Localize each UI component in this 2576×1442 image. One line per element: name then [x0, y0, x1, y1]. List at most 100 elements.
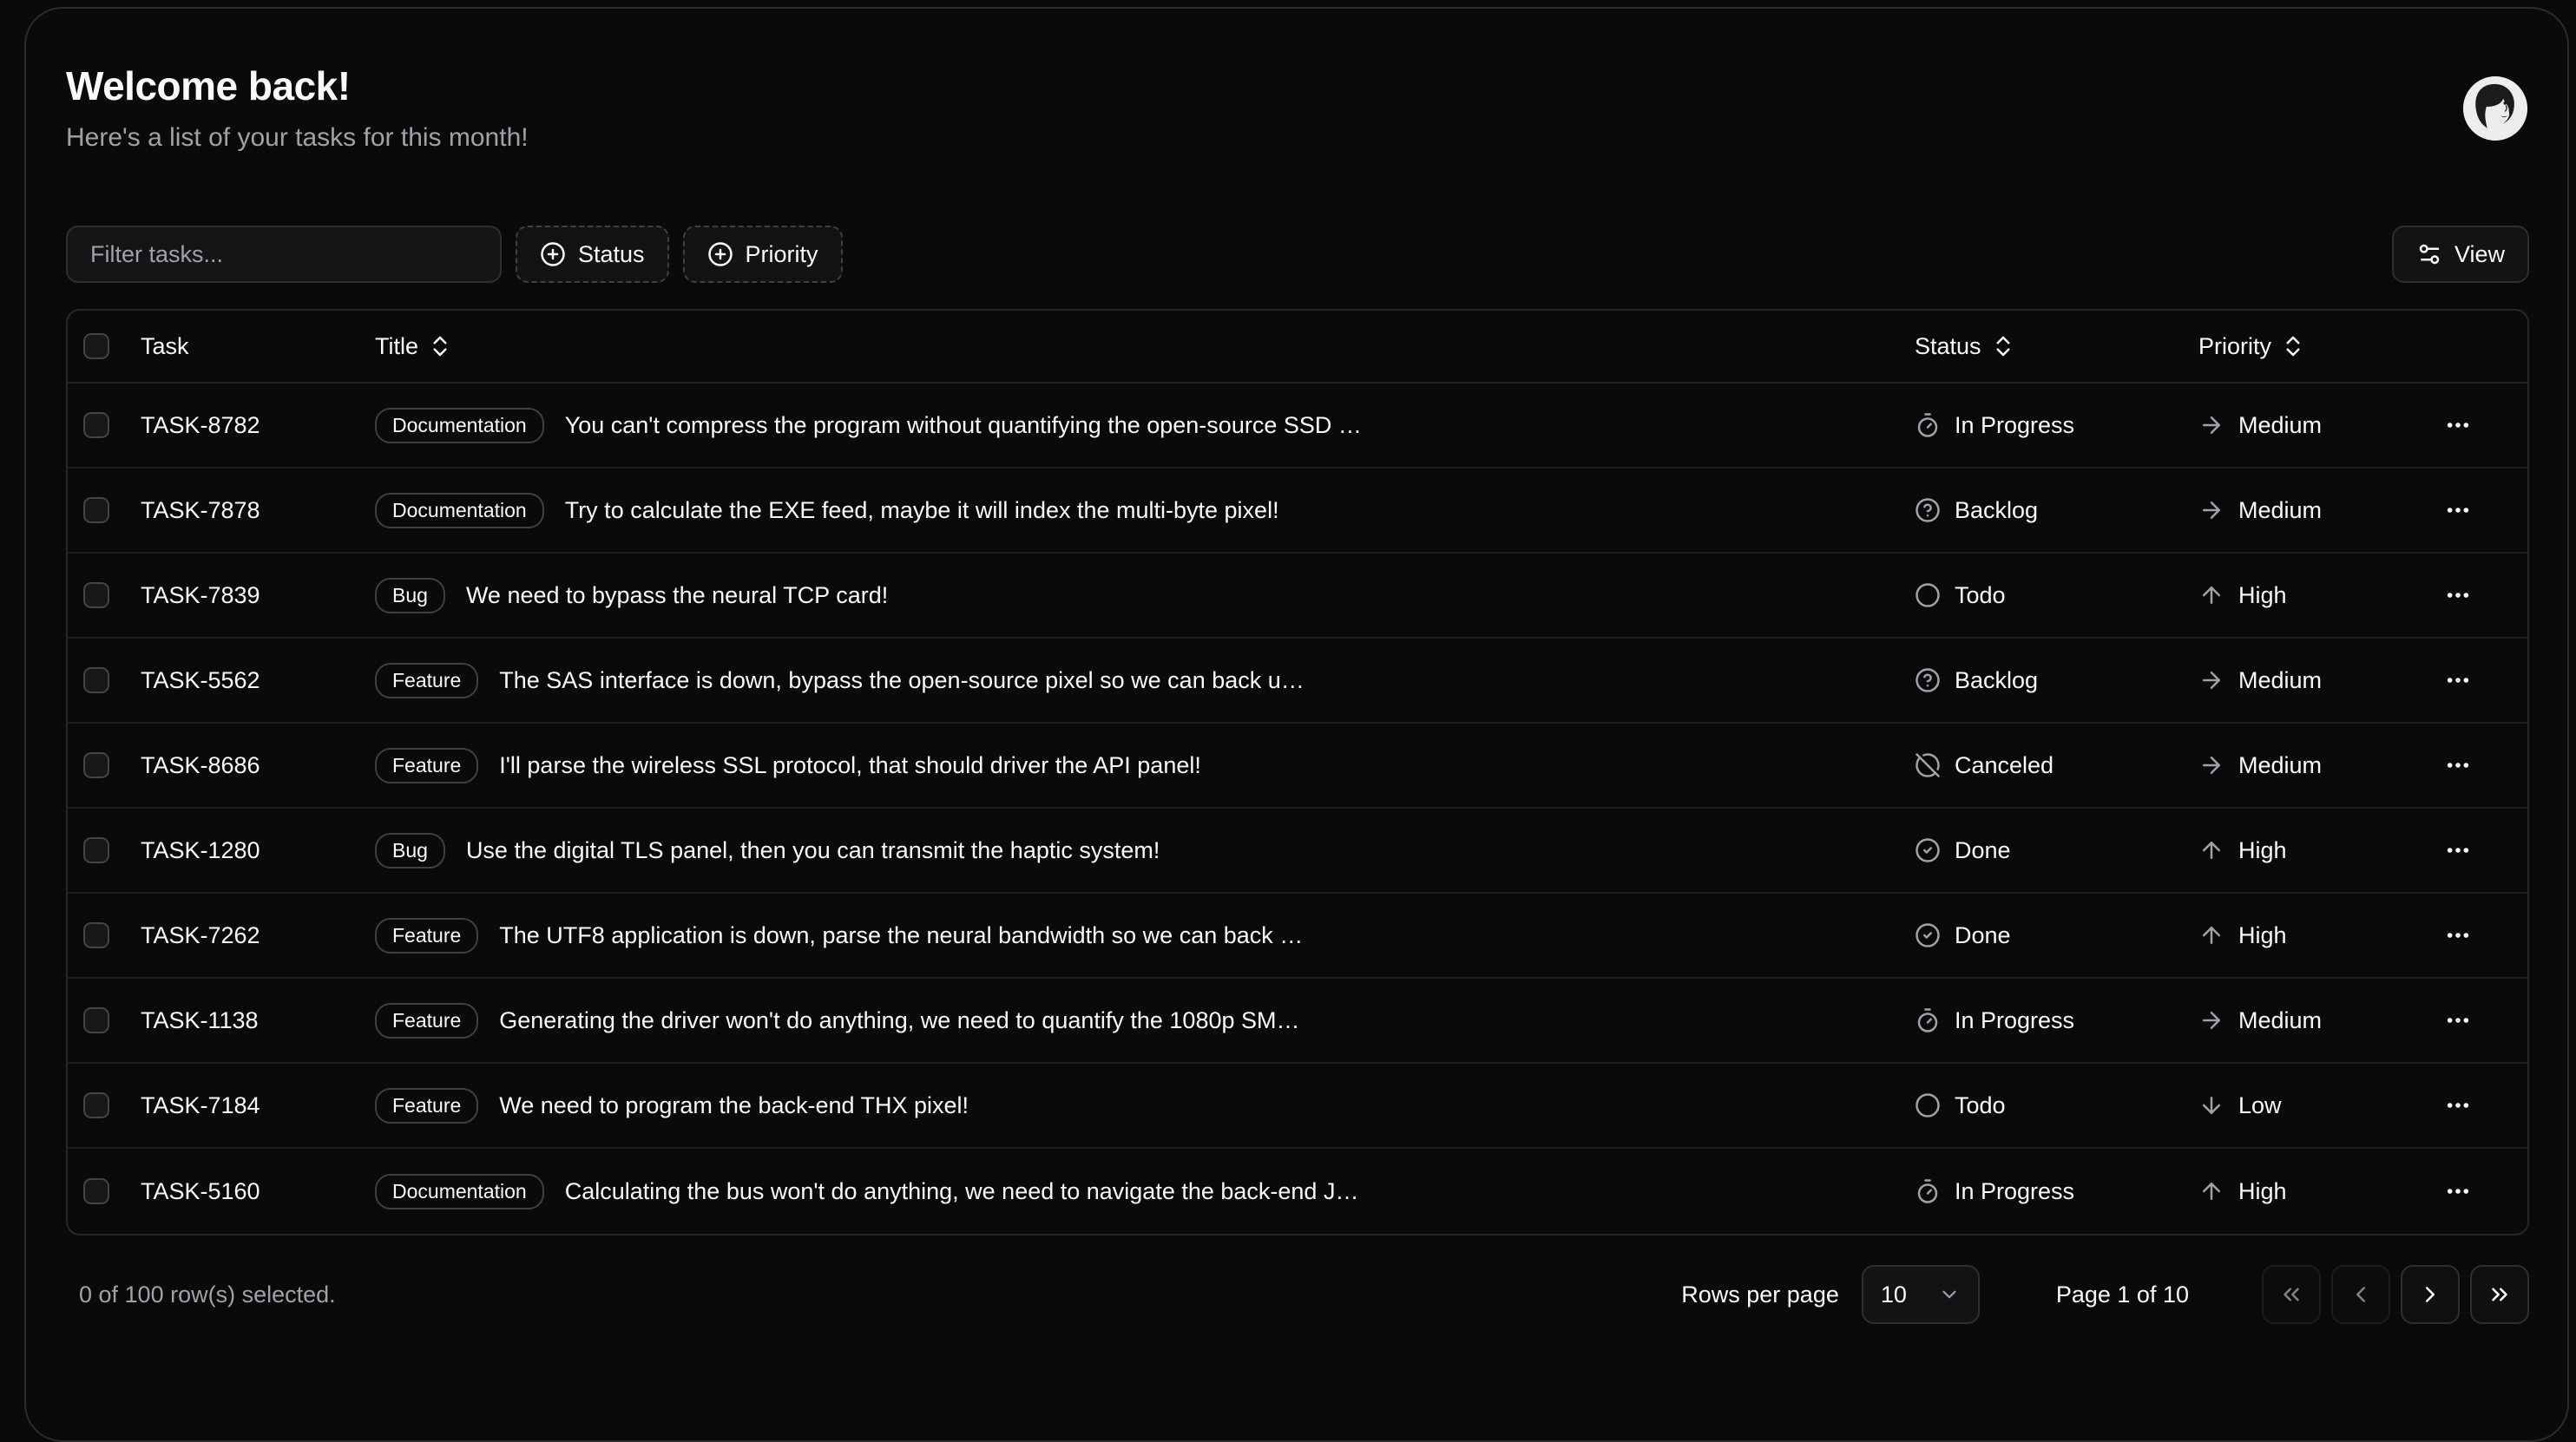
row-actions-button[interactable] [2439, 1172, 2477, 1210]
column-header-title[interactable]: Title [375, 333, 453, 360]
status-filter-button[interactable]: Status [516, 226, 669, 283]
label-badge: Bug [375, 833, 445, 868]
row-checkbox[interactable] [83, 582, 109, 608]
row-checkbox[interactable] [83, 497, 109, 523]
row-actions-button[interactable] [2439, 661, 2477, 699]
status-label: In Progress [1955, 1178, 2074, 1205]
sliders-icon [2416, 241, 2442, 267]
row-actions-button[interactable] [2439, 406, 2477, 444]
timer-icon [1915, 1178, 1941, 1204]
row-checkbox[interactable] [83, 837, 109, 863]
task-title: Try to calculate the EXE feed, maybe it … [565, 497, 1279, 524]
row-checkbox[interactable] [83, 1092, 109, 1118]
task-title: I'll parse the wireless SSL protocol, th… [499, 752, 1201, 779]
priority-label: High [2238, 837, 2287, 864]
table-row: TASK-8782 Documentation You can't compre… [68, 383, 2527, 469]
rows-per-page-label: Rows per page [1681, 1281, 1839, 1308]
status-label: Backlog [1955, 497, 2038, 524]
page-header: Welcome back! Here's a list of your task… [66, 62, 2529, 153]
ellipsis-icon [2444, 666, 2472, 694]
row-checkbox[interactable] [83, 412, 109, 438]
arrow-right-icon [2198, 752, 2224, 778]
row-checkbox[interactable] [83, 752, 109, 778]
ellipsis-icon [2444, 1006, 2472, 1034]
column-header-priority[interactable]: Priority [2198, 333, 2306, 360]
label-badge: Bug [375, 578, 445, 613]
chevron-left-icon [2348, 1281, 2374, 1308]
filter-tasks-input[interactable] [66, 226, 502, 283]
task-id: TASK-8782 [123, 412, 358, 439]
label-badge: Feature [375, 663, 478, 698]
label-badge: Feature [375, 748, 478, 783]
arrow-right-icon [2198, 667, 2224, 693]
ellipsis-icon [2444, 921, 2472, 949]
column-header-status[interactable]: Status [1915, 333, 2016, 360]
row-actions-button[interactable] [2439, 831, 2477, 869]
priority-label: Low [2238, 1092, 2282, 1119]
chevrons-right-icon [2487, 1281, 2513, 1308]
ellipsis-icon [2444, 496, 2472, 524]
priority-label: Medium [2238, 497, 2322, 524]
row-checkbox[interactable] [83, 922, 109, 948]
row-actions-button[interactable] [2439, 491, 2477, 529]
row-checkbox[interactable] [83, 1007, 109, 1033]
chevrons-up-down-icon [427, 333, 453, 359]
avatar[interactable] [2463, 76, 2527, 141]
task-title: Use the digital TLS panel, then you can … [466, 837, 1160, 864]
task-id: TASK-7184 [123, 1092, 358, 1119]
row-checkbox[interactable] [83, 667, 109, 693]
task-title: Calculating the bus won't do anything, w… [565, 1178, 1359, 1205]
next-page-button[interactable] [2401, 1265, 2460, 1324]
row-actions-button[interactable] [2439, 746, 2477, 784]
column-header-task: Task [123, 333, 358, 360]
timer-icon [1915, 412, 1941, 438]
priority-label: Medium [2238, 1007, 2322, 1034]
priority-label: High [2238, 922, 2287, 949]
chevrons-up-down-icon [1990, 333, 2016, 359]
status-label: Todo [1955, 1092, 2006, 1119]
row-checkbox[interactable] [83, 1178, 109, 1204]
view-button-label: View [2454, 241, 2505, 268]
plus-circle-icon [707, 241, 733, 267]
status-label: Done [1955, 837, 2011, 864]
select-all-checkbox[interactable] [83, 333, 109, 359]
priority-label: Medium [2238, 752, 2322, 779]
task-title: Generating the driver won't do anything,… [499, 1007, 1299, 1034]
priority-label: High [2238, 1178, 2287, 1205]
priority-label: Medium [2238, 412, 2322, 439]
priority-filter-button[interactable]: Priority [683, 226, 843, 283]
row-actions-button[interactable] [2439, 1086, 2477, 1124]
help-circle-icon [1915, 497, 1941, 523]
page-title: Welcome back! [66, 62, 2529, 109]
task-id: TASK-7262 [123, 922, 358, 949]
timer-icon [1915, 1007, 1941, 1033]
previous-page-button[interactable] [2331, 1265, 2390, 1324]
task-title: We need to program the back-end THX pixe… [499, 1092, 969, 1119]
priority-label: Medium [2238, 667, 2322, 694]
pagination [2262, 1265, 2529, 1324]
task-id: TASK-7878 [123, 497, 358, 524]
rows-per-page-value: 10 [1881, 1281, 1907, 1308]
row-actions-button[interactable] [2439, 576, 2477, 614]
task-title: We need to bypass the neural TCP card! [466, 582, 888, 609]
view-button[interactable]: View [2392, 226, 2529, 283]
label-badge: Feature [375, 1003, 478, 1039]
table-row: TASK-7184 Feature We need to program the… [68, 1064, 2527, 1149]
first-page-button[interactable] [2262, 1265, 2321, 1324]
task-id: TASK-1280 [123, 837, 358, 864]
row-actions-button[interactable] [2439, 916, 2477, 954]
label-badge: Feature [375, 1088, 478, 1124]
row-actions-button[interactable] [2439, 1001, 2477, 1039]
tasks-table: Task Title Status Priority [66, 309, 2529, 1236]
last-page-button[interactable] [2470, 1265, 2529, 1324]
task-title: The SAS interface is down, bypass the op… [499, 667, 1304, 694]
chevron-right-icon [2417, 1281, 2443, 1308]
table-row: TASK-1280 Bug Use the digital TLS panel,… [68, 809, 2527, 894]
task-title: The UTF8 application is down, parse the … [499, 922, 1303, 949]
arrow-up-icon [2198, 922, 2224, 948]
status-label: Todo [1955, 582, 2006, 609]
help-circle-icon [1915, 667, 1941, 693]
label-badge: Documentation [375, 493, 544, 528]
task-id: TASK-7839 [123, 582, 358, 609]
rows-per-page-select[interactable]: 10 [1862, 1265, 1980, 1324]
